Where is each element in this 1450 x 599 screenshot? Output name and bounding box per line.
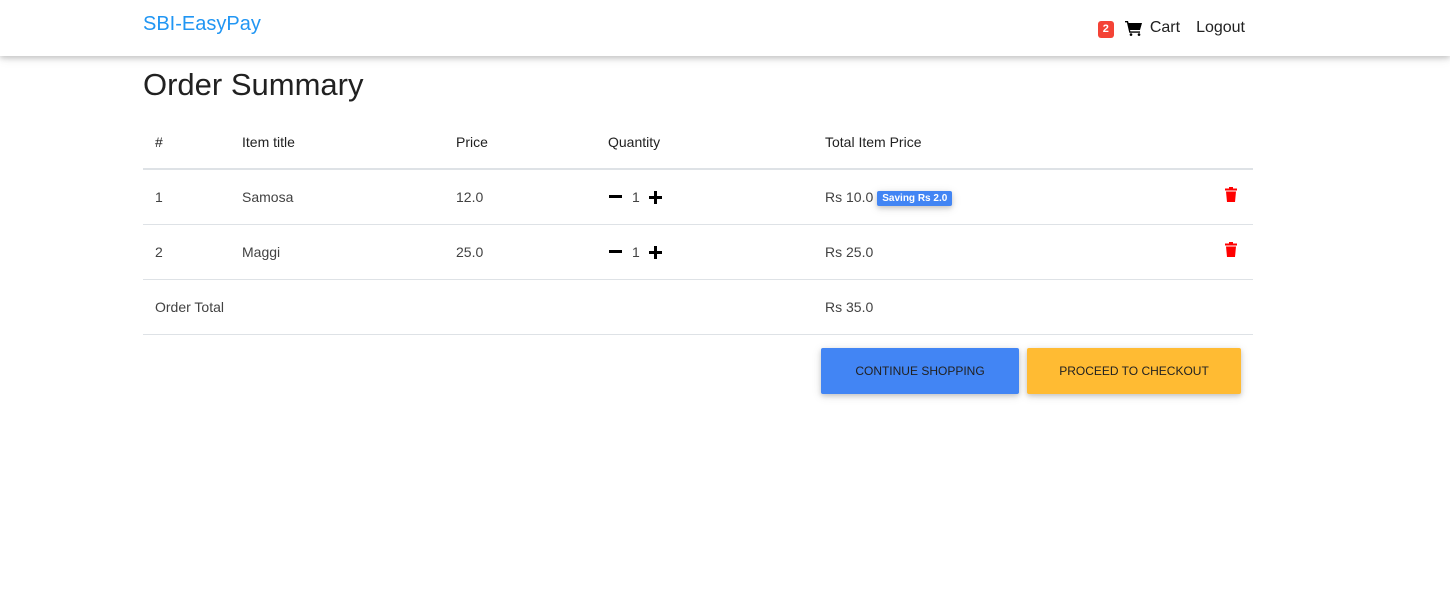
- quantity-stepper: 1: [608, 244, 825, 260]
- row-number: 1: [143, 169, 242, 225]
- logout-link[interactable]: Logout: [1196, 19, 1245, 37]
- item-price: 25.0: [456, 224, 608, 280]
- total-item-price: Rs 25.0: [825, 244, 874, 260]
- quantity-cell: 1: [608, 224, 825, 280]
- cart-link[interactable]: Cart: [1124, 19, 1181, 37]
- total-item-price-cell: Rs 10.0 Saving Rs 2.0: [825, 169, 1225, 225]
- minus-icon[interactable]: [608, 245, 622, 259]
- continue-shopping-button[interactable]: Continue shopping: [821, 348, 1019, 394]
- delete-cell: [1225, 169, 1253, 225]
- main-content: Order Summary # Item title Price Quantit…: [143, 56, 1253, 394]
- trash-icon[interactable]: [1225, 187, 1237, 205]
- total-item-price-cell: Rs 25.0: [825, 224, 1225, 280]
- column-header-number: #: [143, 115, 242, 170]
- order-summary-table: # Item title Price Quantity Total Item P…: [143, 115, 1253, 335]
- checkout-actions: Continue shopping Proceed to checkout: [821, 348, 1241, 394]
- table-header-row: # Item title Price Quantity Total Item P…: [143, 115, 1253, 170]
- column-header-price: Price: [456, 115, 608, 170]
- column-header-quantity: Quantity: [608, 115, 825, 170]
- trash-icon[interactable]: [1225, 242, 1237, 260]
- item-title: Maggi: [242, 224, 456, 280]
- order-total-spacer: [1225, 279, 1253, 335]
- minus-icon[interactable]: [608, 190, 622, 204]
- plus-icon[interactable]: [649, 245, 663, 259]
- item-price: 12.0: [456, 169, 608, 225]
- order-total-row: Order Total Rs 35.0: [143, 279, 1253, 335]
- navbar: SBI-EasyPay 2 Cart Logout: [0, 0, 1450, 56]
- table-row: 2 Maggi 25.0 1 Rs 25.0: [143, 224, 1253, 280]
- cart-label: Cart: [1149, 19, 1181, 36]
- quantity-stepper: 1: [608, 189, 825, 205]
- page-title: Order Summary: [143, 67, 364, 102]
- shopping-cart-icon: [1124, 21, 1142, 36]
- quantity-cell: 1: [608, 169, 825, 225]
- cart-count-badge: 2: [1097, 20, 1114, 38]
- brand-link[interactable]: SBI-EasyPay: [143, 13, 261, 36]
- proceed-to-checkout-button[interactable]: Proceed to checkout: [1027, 348, 1241, 394]
- column-header-total-item-price: Total Item Price: [825, 115, 1225, 170]
- delete-cell: [1225, 224, 1253, 280]
- saving-badge: Saving Rs 2.0: [877, 190, 953, 206]
- row-number: 2: [143, 224, 242, 280]
- column-header-item-title: Item title: [242, 115, 456, 170]
- order-total-label: Order Total: [143, 279, 825, 335]
- quantity-value: 1: [632, 189, 640, 205]
- table-row: 1 Samosa 12.0 1 Rs 10.0 Saving Rs 2.0: [143, 169, 1253, 225]
- total-item-price: Rs 10.0: [825, 188, 874, 205]
- nav-right: 2 Cart Logout: [1097, 0, 1245, 56]
- column-header-delete: [1225, 115, 1253, 170]
- order-total-value: Rs 35.0: [825, 279, 1225, 335]
- item-title: Samosa: [242, 169, 456, 225]
- plus-icon[interactable]: [649, 190, 663, 204]
- quantity-value: 1: [632, 244, 640, 260]
